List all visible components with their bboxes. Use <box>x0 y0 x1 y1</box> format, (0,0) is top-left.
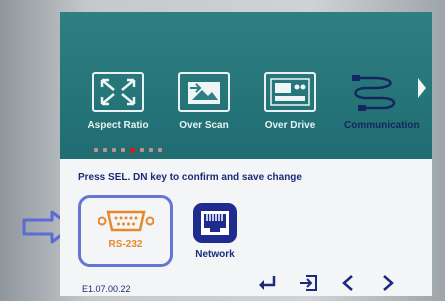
page-indicator-dot <box>121 148 125 152</box>
menu-item-over-scan[interactable]: Over Scan <box>170 72 238 131</box>
page-indicator-dot <box>103 148 107 152</box>
menu-bar: Aspect Ratio Over Scan Over Drive Commun… <box>60 12 432 159</box>
page-indicator-dot <box>112 148 116 152</box>
left-arrow-icon[interactable] <box>338 274 360 292</box>
firmware-version: E1.07.00.22 <box>82 284 131 294</box>
menu-item-over-drive[interactable]: Over Drive <box>256 72 324 131</box>
page-indicator-dot <box>130 147 135 153</box>
option-label-rs232: RS-232 <box>108 239 143 250</box>
over-drive-icon <box>264 72 316 112</box>
menu-item-aspect-ratio[interactable]: Aspect Ratio <box>84 72 152 131</box>
menu-label-over-scan: Over Scan <box>179 120 229 131</box>
communication-icon <box>352 72 404 112</box>
instruction-text: Press SEL. DN key to confirm and save ch… <box>78 172 302 183</box>
menu-item-communication[interactable]: Communication <box>344 72 420 131</box>
enter-icon[interactable] <box>256 274 278 292</box>
page-indicator-dot <box>140 148 144 152</box>
aspect-ratio-icon <box>92 72 144 112</box>
page-indicator <box>94 147 162 153</box>
page-indicator-dot <box>158 148 162 152</box>
menu-label-aspect-ratio: Aspect Ratio <box>87 120 149 131</box>
network-port-icon <box>193 203 237 243</box>
serial-port-icon <box>97 209 154 233</box>
menu-label-communication: Communication <box>344 120 420 131</box>
right-arrow-icon[interactable] <box>376 274 398 292</box>
exit-icon[interactable] <box>298 274 320 292</box>
page-indicator-dot <box>149 148 153 152</box>
option-network[interactable]: Network <box>186 195 244 267</box>
menu-label-over-drive: Over Drive <box>264 120 316 131</box>
page-indicator-dot <box>94 148 98 152</box>
option-rs232[interactable]: RS-232 <box>78 195 173 267</box>
scroll-right-icon[interactable] <box>418 78 426 98</box>
osd-screen: Aspect Ratio Over Scan Over Drive Commun… <box>60 12 432 296</box>
over-scan-icon <box>178 72 230 112</box>
option-label-network: Network <box>195 249 235 260</box>
